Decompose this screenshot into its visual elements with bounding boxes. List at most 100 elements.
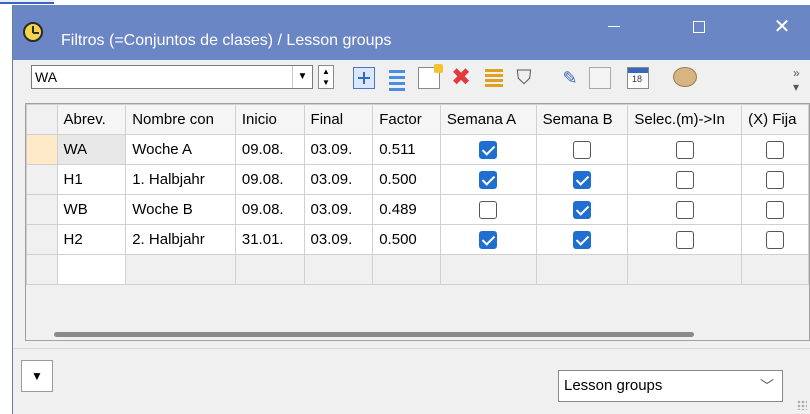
new-item-icon[interactable] (418, 64, 443, 89)
cell-fija (741, 224, 809, 255)
column-header[interactable]: (X) Fija (741, 104, 809, 135)
empty-cell[interactable] (627, 254, 743, 285)
lesson-group-selector[interactable]: WA ▼ (31, 65, 313, 89)
lesson-groups-grid[interactable]: Abrev. Nombre con Inicio Final Factor Se… (25, 103, 810, 341)
view-select[interactable]: Lesson groups ﹀ (558, 370, 783, 402)
row-header[interactable] (26, 134, 58, 165)
cell-inicio[interactable]: 31.01. (234, 224, 305, 255)
cell-nombre[interactable]: 2. Halbjahr (125, 224, 236, 255)
table-row[interactable]: WB Woche B 09.08. 03.09. 0.489 (26, 194, 809, 225)
palette-icon[interactable] (673, 67, 697, 87)
checkbox[interactable] (675, 200, 694, 219)
checkbox[interactable] (572, 170, 591, 189)
column-header[interactable]: Selec.(m)->In (627, 104, 743, 135)
column-header[interactable]: Inicio (234, 104, 305, 135)
cell-nombre[interactable]: Woche A (125, 134, 236, 165)
maximize-button[interactable] (676, 13, 722, 43)
empty-cell[interactable] (741, 254, 809, 285)
cell-abrev[interactable]: H2 (56, 224, 127, 255)
table-row[interactable]: WA Woche A 09.08. 03.09. 0.511 (26, 134, 809, 165)
column-header[interactable]: Factor (372, 104, 441, 135)
sort-icon[interactable] (483, 67, 505, 89)
dropdown-button[interactable]: ▼ (21, 360, 53, 392)
checkbox[interactable] (572, 140, 591, 159)
row-header[interactable] (26, 224, 58, 255)
cell-final[interactable]: 03.09. (303, 194, 374, 225)
column-header[interactable]: Nombre con (125, 104, 236, 135)
empty-cell[interactable] (372, 254, 441, 285)
cell-nombre[interactable]: Woche B (125, 194, 236, 225)
spin-stepper[interactable]: ▲ ▼ (318, 65, 334, 89)
format-icon[interactable]: ✎ (559, 67, 581, 89)
cell-selec (627, 194, 743, 225)
delete-icon[interactable]: ✖ (450, 66, 472, 90)
corner-cell[interactable] (26, 104, 58, 135)
column-header[interactable]: Semana B (535, 104, 629, 135)
row-header[interactable] (26, 164, 58, 195)
horizontal-scrollbar[interactable] (26, 327, 809, 340)
checkbox[interactable] (572, 230, 591, 249)
empty-cell[interactable] (439, 254, 537, 285)
checkbox[interactable] (675, 230, 694, 249)
divider (13, 348, 810, 349)
checkbox[interactable] (479, 140, 498, 159)
close-button[interactable]: ✕ (759, 13, 805, 43)
cell-factor[interactable]: 0.489 (372, 194, 441, 225)
cell-abrev[interactable]: WB (56, 194, 127, 225)
add-row-icon[interactable] (353, 67, 375, 89)
checkbox[interactable] (766, 200, 785, 219)
empty-cell[interactable] (234, 254, 305, 285)
chevron-down-icon: ﹀ (760, 378, 774, 394)
cell-final[interactable]: 03.09. (303, 134, 374, 165)
checkbox[interactable] (479, 200, 498, 219)
checkbox[interactable] (766, 230, 785, 249)
checkbox[interactable] (675, 140, 694, 159)
checkbox[interactable] (479, 230, 498, 249)
filter-icon[interactable]: ⛉ (513, 67, 535, 89)
row-header[interactable] (26, 254, 58, 285)
table-header-row: Abrev. Nombre con Inicio Final Factor Se… (26, 104, 809, 135)
table-row[interactable]: H2 2. Halbjahr 31.01. 03.09. 0.500 (26, 224, 809, 255)
cell-selec (627, 134, 743, 165)
cell-inicio[interactable]: 09.08. (234, 134, 305, 165)
table-row[interactable]: H1 1. Halbjahr 09.08. 03.09. 0.500 (26, 164, 809, 195)
cell-factor[interactable]: 0.511 (372, 134, 441, 165)
lesson-groups-window: Filtros (=Conjuntos de clases) / Lesson … (12, 5, 810, 414)
cell-inicio[interactable]: 09.08. (234, 194, 305, 225)
checkbox[interactable] (766, 170, 785, 189)
cell-nombre[interactable]: 1. Halbjahr (125, 164, 236, 195)
active-tab-indicator[interactable] (0, 0, 54, 4)
calendar-icon[interactable] (627, 67, 649, 89)
cell-factor[interactable]: 0.500 (372, 224, 441, 255)
more-icon[interactable]: » ▾ (793, 66, 807, 94)
minimize-button[interactable] (591, 13, 637, 43)
column-header[interactable]: Final (303, 104, 374, 135)
empty-cell[interactable] (535, 254, 629, 285)
cell-abrev[interactable]: H1 (56, 164, 127, 195)
list-icon[interactable] (386, 67, 408, 91)
column-header[interactable]: Abrev. (56, 104, 127, 135)
column-header[interactable]: Semana A (439, 104, 537, 135)
resize-grip-icon[interactable] (797, 400, 807, 410)
cell-abrev[interactable]: WA (56, 134, 127, 165)
cell-final[interactable]: 03.09. (303, 224, 374, 255)
checkbox[interactable] (572, 200, 591, 219)
grid-icon[interactable] (589, 67, 611, 89)
checkbox[interactable] (479, 170, 498, 189)
cell-fija (741, 134, 809, 165)
cell-factor[interactable]: 0.500 (372, 164, 441, 195)
data-table: Abrev. Nombre con Inicio Final Factor Se… (26, 104, 809, 285)
new-entry-row[interactable] (26, 254, 809, 285)
chevron-down-icon[interactable]: ▼ (292, 66, 312, 88)
empty-cell[interactable] (303, 254, 374, 285)
checkbox[interactable] (766, 140, 785, 159)
title-bar[interactable]: Filtros (=Conjuntos de clases) / Lesson … (13, 5, 810, 60)
new-entry-cell[interactable] (56, 254, 127, 285)
empty-cell[interactable] (125, 254, 236, 285)
view-select-value: Lesson groups (564, 377, 663, 394)
row-header[interactable] (26, 194, 58, 225)
scrollbar-thumb[interactable] (54, 332, 694, 337)
cell-inicio[interactable]: 09.08. (234, 164, 305, 195)
cell-final[interactable]: 03.09. (303, 164, 374, 195)
checkbox[interactable] (675, 170, 694, 189)
